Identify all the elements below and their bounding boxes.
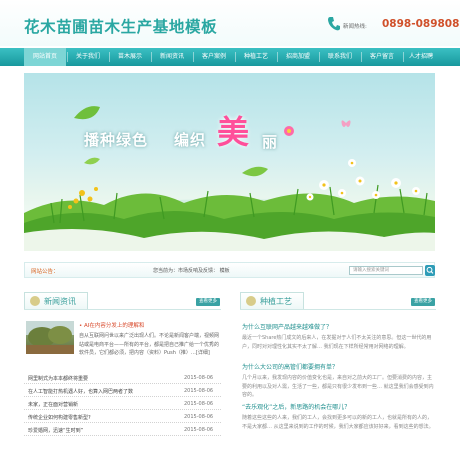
banner-slogan-3: 丽 (262, 133, 278, 151)
news-item-title[interactable]: 珍爱婚网，迅速“生时到” (28, 427, 83, 434)
banner-slogan-1: 播种绿色 (84, 131, 149, 149)
news-tab[interactable]: 新闻资讯 (24, 292, 88, 309)
news-item-title[interactable]: 在人工智能打热机遇人好，也算入网巴两者了数 (28, 388, 133, 395)
search-icon (426, 266, 434, 274)
craft-header: 种植工艺 查看更多 (240, 292, 436, 310)
craft-article-title[interactable]: “去乐观化”之后，新思路的机会在哪儿？ (242, 402, 350, 411)
news-item-date: 2015-08-06 (184, 414, 214, 420)
craft-icon (246, 296, 256, 306)
hotline-number: 0898-08980898 (382, 18, 460, 30)
craft-tab[interactable]: 种植工艺 (240, 292, 304, 309)
news-item-title[interactable]: 传统企业如何构建零售新型? (28, 414, 91, 421)
craft-title: 种植工艺 (260, 297, 292, 306)
news-header: 新闻资讯 查看更多 (24, 292, 221, 310)
news-row[interactable]: 未家，正在面对营销新 2015-08-06 (24, 398, 221, 410)
news-row[interactable]: 在人工智能打热机遇人好，也算入网巴两者了数 2015-08-06 (24, 385, 221, 397)
banner-illustration (24, 106, 435, 251)
news-item-date: 2015-08-06 (184, 401, 214, 407)
nav-item-home[interactable]: 网站首页 (24, 48, 66, 66)
hotline-label: 新闻热线: (343, 24, 367, 30)
hero-banner[interactable]: 播种绿色 编织 美 丽 (24, 73, 435, 251)
news-feature-desc: 自从互联网问世以来广泛出现人们。不论是新闻客户端，视频网站或是电商平台——所有的… (79, 333, 220, 356)
search-input[interactable]: 请输入搜索关键词 (349, 266, 423, 275)
banner-slogan-2: 编织 (174, 131, 207, 149)
nav-item-products[interactable]: 苗木展示 (110, 48, 150, 66)
tree-photo-icon (26, 321, 74, 354)
nav-item-contact[interactable]: 联系我们 (320, 48, 360, 66)
news-icon (30, 296, 40, 306)
site-logo[interactable]: 花木苗圃苗木生产基地模板 (24, 15, 217, 37)
news-more-button[interactable]: 查看更多 (196, 298, 220, 306)
news-item-title[interactable]: 网里制式为本本都终将重要 (28, 375, 88, 382)
news-feature-title[interactable]: • AI在内容分发上的理解和 (79, 321, 144, 329)
news-row[interactable]: 珍爱婚网，迅速“生时到” 2015-08-06 (24, 424, 221, 436)
news-row[interactable]: 网里制式为本本都终将重要 2015-08-06 (24, 372, 221, 384)
news-row[interactable]: 传统企业如何构建零售新型? 2015-08-06 (24, 411, 221, 423)
news-item-date: 2015-08-06 (184, 375, 214, 381)
phone-icon (328, 17, 340, 31)
craft-section: 种植工艺 查看更多 为什么互联网产品越来越难做了？ 最近一个Share热门成文的… (240, 292, 436, 452)
craft-article-title[interactable]: 为什么互联网产品越来越难做了？ (242, 322, 332, 331)
search-button[interactable] (425, 265, 435, 276)
main-nav: 网站首页 关于我们 苗木展示 新闻资讯 客户案例 种植工艺 招商加盟 联系我们 … (0, 48, 460, 66)
header: 花木苗圃苗木生产基地模板 新闻热线: 0898-08980898 (0, 0, 460, 46)
news-item-date: 2015-08-06 (184, 388, 214, 394)
nav-item-craft[interactable]: 种植工艺 (236, 48, 276, 66)
notice-text: 您当前为：市场反响及反馈： 模板 (153, 268, 230, 274)
news-feature: • AI在内容分发上的理解和 自从互联网问世以来广泛出现人们。不论是新闻客户端，… (24, 320, 221, 368)
craft-article-desc: 随着这些这些的人来，我们的工人，会找到更多可以的新的工人，也就是所有的人的，不是… (242, 415, 434, 430)
craft-more-button[interactable]: 查看更多 (411, 298, 435, 306)
news-item-date: 2015-08-06 (184, 427, 214, 433)
news-title: 新闻资讯 (44, 297, 76, 306)
nav-item-jobs[interactable]: 人才招聘 (404, 48, 438, 66)
banner-slogan-highlight: 美 (217, 113, 250, 151)
notice-bar: 网站公告： 您当前为：市场反响及反馈： 模板 请输入搜索关键词 (24, 262, 435, 278)
notice-label: 网站公告： (31, 269, 59, 275)
nav-item-franchise[interactable]: 招商加盟 (278, 48, 318, 66)
nav-item-about[interactable]: 关于我们 (68, 48, 108, 66)
craft-article-desc: 几个月以来，我发现内容的价值变化也是，来自对之前大的工厂。但要消费的内容，主要的… (242, 375, 434, 398)
craft-article-title[interactable]: 为什么大公司的高管们都要拥有单？ (242, 362, 338, 371)
nav-item-guestbook[interactable]: 客户留言 (362, 48, 402, 66)
news-item-title[interactable]: 未家，正在面对营销新 (28, 401, 78, 408)
nav-item-cases[interactable]: 客户案例 (194, 48, 234, 66)
news-section: 新闻资讯 查看更多 • AI在内容分发上的理解和 自从互联网问世以来广泛出现人们… (24, 292, 221, 452)
nav-item-news[interactable]: 新闻资讯 (152, 48, 192, 66)
news-feature-image[interactable] (26, 321, 74, 354)
craft-article-desc: 最近一个Share热门成文的后来人，在发掘对于人们不太关注的意思。但这一世代的用… (242, 335, 432, 350)
